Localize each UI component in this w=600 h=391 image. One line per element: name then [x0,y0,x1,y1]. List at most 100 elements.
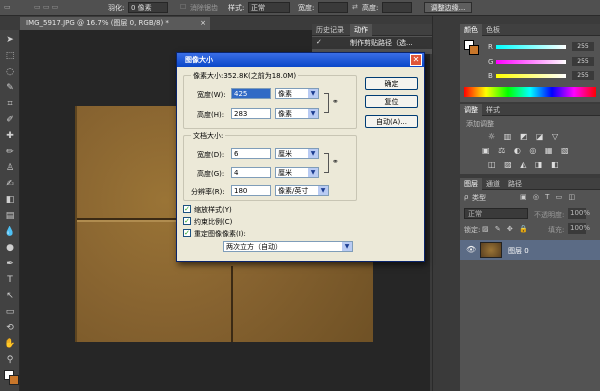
pixel-width-unit-select[interactable]: 像素 ▼ [275,88,319,99]
selection-mode-icons[interactable]: ▭ ▭ ▭ [34,3,58,11]
scale-styles-checkbox[interactable]: ✓ [183,205,191,213]
doc-width-unit: 厘米 [278,150,292,158]
hand-tool-icon[interactable]: ✋ [4,338,16,350]
tab-paths[interactable]: 路径 [504,178,526,190]
scale-styles-label: 缩放样式(Y) [194,206,232,214]
style-label: 样式: [228,4,245,12]
resample-method-select[interactable]: 两次立方（自动） ▼ [223,241,353,252]
options-bar: ▭ ▭ ▭ ▭ 羽化: 0 像素 ☐ 消除锯齿 样式: 正常 宽度: ⇄ 高度:… [0,0,600,16]
layer-filter-icons[interactable]: ▣ ◎ T ▭ ◫ [520,193,577,201]
auto-button[interactable]: 自动(A)... [365,115,418,128]
color-spectrum-bar[interactable] [464,87,596,97]
tab-swatches[interactable]: 色板 [482,24,504,36]
pixel-width-input[interactable]: 425 [231,88,271,99]
channel-value-g[interactable]: 255 [572,57,594,66]
adjustment-icons-row-2[interactable]: ▣ ⚖ ◐ ◎ ▦ ▧ [482,146,572,155]
swap-icon[interactable]: ⇄ [352,3,358,11]
blur-tool-icon[interactable]: 💧 [4,226,16,238]
layer-row[interactable]: 👁 图层 0 [460,240,600,260]
tab-channels[interactable]: 通道 [482,178,504,190]
pixel-height-unit: 像素 [278,110,292,118]
layer-kind-filter[interactable]: 类型 [472,193,486,203]
marquee-tool-icon[interactable]: ▭ [4,3,11,11]
document-tab[interactable]: IMG_5917.JPG @ 16.7% (图层 0, RGB/8) * × [20,17,210,30]
tab-history[interactable]: 历史记录 [312,24,348,36]
style-select[interactable]: 正常 [248,2,290,13]
eraser-tool-icon[interactable]: ◧ [4,194,16,206]
doc-width-input[interactable]: 6 [231,148,271,159]
lock-icons[interactable]: ▨ ✎ ✥ 🔒 [482,225,530,233]
adjustment-icons-row-3[interactable]: ◫ ▨ ◭ ◨ ◧ [488,160,562,169]
pixel-height-unit-select[interactable]: 像素 ▼ [275,108,319,119]
width-input[interactable] [318,2,348,13]
resample-checkbox[interactable]: ✓ [183,229,191,237]
channel-value-r[interactable]: 255 [572,42,594,51]
link-icon: ⚭ [332,157,339,166]
doc-width-unit-select[interactable]: 厘米 ▼ [275,148,319,159]
refine-edge-button[interactable]: 调整边缘... [424,2,472,13]
clone-stamp-tool-icon[interactable]: ♙ [4,162,16,174]
blend-mode-select[interactable]: 正常 [464,208,528,219]
doc-height-input[interactable]: 4 [231,167,271,178]
height-input[interactable] [382,2,412,13]
healing-brush-tool-icon[interactable]: ✚ [4,130,16,142]
fill-label: 填充: [548,226,565,234]
antialias-checkbox[interactable]: ☐ [180,3,186,11]
dialog-title-bar[interactable]: 图像大小 [177,53,424,67]
channel-slider-g[interactable] [496,60,566,64]
constrain-proportions-checkbox[interactable]: ✓ [183,217,191,225]
chevron-down-icon: ▼ [308,168,318,177]
pixel-height-input[interactable]: 283 [231,108,271,119]
tab-layers[interactable]: 图层 [460,178,482,190]
adjustment-icons-row-1[interactable]: ☼ ▥ ◩ ◪ ▽ [488,132,561,141]
channel-value-b[interactable]: 255 [572,71,594,80]
feather-input[interactable]: 0 像素 [128,2,168,13]
history-brush-tool-icon[interactable]: ✍ [4,178,16,190]
filter-icon[interactable]: ρ [464,193,468,201]
pixel-dimensions-group [183,75,357,129]
brush-tool-icon[interactable]: ✏ [4,146,16,158]
close-document-icon[interactable]: × [200,17,206,30]
layers-panel: 图层 通道 路径 ρ 类型 ▣ ◎ T ▭ ◫ 正常 不透明度: 100% 锁定… [460,178,600,391]
marquee-tool-icon[interactable]: ⬚ [4,50,16,62]
type-tool-icon[interactable]: T [4,274,16,286]
visibility-eye-icon[interactable]: 👁 [466,245,476,254]
tab-actions[interactable]: 动作 [350,24,372,36]
antialias-label: 消除锯齿 [190,4,218,12]
doc-height-unit-select[interactable]: 厘米 ▼ [275,167,319,178]
dodge-tool-icon[interactable]: ● [4,242,16,254]
reset-button[interactable]: 复位 [365,95,418,108]
channel-slider-b[interactable] [496,74,566,78]
tab-styles[interactable]: 样式 [482,104,504,116]
opacity-input[interactable]: 100% [568,208,590,219]
pen-tool-icon[interactable]: ✒ [4,258,16,270]
cardboard-edge [75,106,77,342]
shape-tool-icon[interactable]: ▭ [4,306,16,318]
tab-adjustments[interactable]: 调整 [460,104,482,116]
tab-color[interactable]: 颜色 [460,24,482,36]
pixel-width-label: 宽度(W): [197,91,226,99]
close-icon[interactable]: ✕ [410,54,422,66]
background-color-swatch[interactable] [469,45,479,55]
zoom-tool-icon[interactable]: ⚲ [4,354,16,366]
path-select-tool-icon[interactable]: ↖ [4,290,16,302]
eyedropper-tool-icon[interactable]: ✐ [4,114,16,126]
crop-tool-icon[interactable]: ⌗ [4,98,16,110]
move-tool-icon[interactable]: ➤ [4,34,16,46]
blend-mode-value: 正常 [468,210,482,218]
ok-button[interactable]: 确定 [365,77,418,90]
background-color-swatch[interactable] [9,375,19,385]
3d-rotate-tool-icon[interactable]: ⟲ [4,322,16,334]
channel-label-g: G [488,58,494,66]
channel-slider-r[interactable] [496,45,566,49]
resolution-unit-select[interactable]: 像素/英寸 ▼ [275,185,329,196]
lasso-tool-icon[interactable]: ◌ [4,66,16,78]
quick-select-tool-icon[interactable]: ✎ [4,82,16,94]
layer-thumbnail [480,242,502,258]
document-size-label: 文档大小: [191,131,226,141]
add-adjustment-label: 添加调整 [466,120,494,128]
action-row[interactable]: ✓ 制作剪贴路径（选... [312,37,432,49]
resolution-input[interactable]: 180 [231,185,271,196]
gradient-tool-icon[interactable]: ▤ [4,210,16,222]
fill-input[interactable]: 100% [568,223,590,234]
